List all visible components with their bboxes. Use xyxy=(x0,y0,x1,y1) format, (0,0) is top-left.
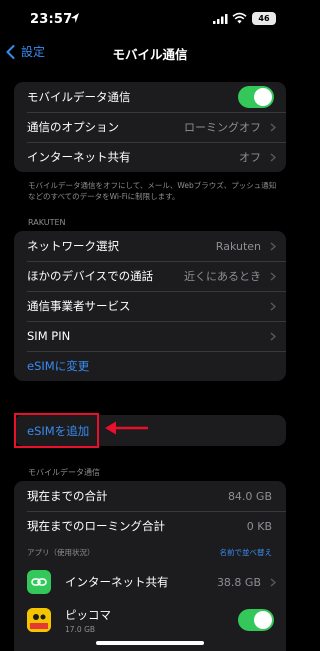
chevron-right-icon xyxy=(270,242,276,251)
current-roaming-value: 0 KB xyxy=(246,519,272,533)
current-roaming-label: 現在までのローミング合計 xyxy=(27,519,165,533)
chevron-right-icon xyxy=(270,272,276,281)
home-indicator xyxy=(96,641,204,645)
location-arrow-icon xyxy=(71,13,79,23)
navigation-bar: 設定 モバイル通信 xyxy=(0,38,300,66)
chevron-right-icon xyxy=(270,123,276,132)
data-options-row[interactable]: 通信のオプション ローミングオフ xyxy=(14,112,286,142)
chevron-right-icon xyxy=(270,302,276,311)
usage-group: 現在までの合計 84.0 GB 現在までのローミング合計 0 KB アプリ（使用… xyxy=(14,481,286,651)
app-cellular-toggle[interactable] xyxy=(238,609,274,631)
mobile-data-footnote: モバイルデータ通信をオフにして、メール、Webブラウズ、プッシュ通知などのすべて… xyxy=(28,181,277,201)
personal-hotspot-icon xyxy=(27,570,51,594)
calls-other-devices-label: ほかのデバイスでの通話 xyxy=(27,269,154,283)
carrier-section-header: RAKUTEN xyxy=(28,218,66,227)
personal-hotspot-row[interactable]: インターネット共有 オフ xyxy=(14,142,286,172)
carrier-services-label: 通信事業者サービス xyxy=(27,299,131,313)
carrier-services-row[interactable]: 通信事業者サービス xyxy=(14,291,286,321)
battery-indicator: 46 xyxy=(252,12,276,25)
chevron-right-icon xyxy=(270,578,276,587)
annotation-highlight-box xyxy=(14,413,99,448)
chevron-right-icon xyxy=(270,153,276,162)
network-selection-row[interactable]: ネットワーク選択 Rakuten xyxy=(14,231,286,261)
sim-pin-row[interactable]: SIM PIN xyxy=(14,321,286,351)
mobile-data-group: モバイルデータ通信 通信のオプション ローミングオフ インターネット共有 オフ xyxy=(14,82,286,172)
piccoma-app-icon xyxy=(27,608,51,632)
convert-to-esim-link[interactable]: eSIMに変更 xyxy=(27,358,89,374)
page-title: モバイル通信 xyxy=(112,47,188,62)
chevron-right-icon xyxy=(270,332,276,341)
current-period-value: 84.0 GB xyxy=(227,489,272,503)
calls-other-devices-value: 近くにあるとき xyxy=(184,270,261,283)
app-name: ピッコマ xyxy=(65,607,111,622)
apps-header-label: アプリ（使用状況） xyxy=(27,547,95,557)
carrier-group: ネットワーク選択 Rakuten ほかのデバイスでの通話 近くにあるとき 通信事… xyxy=(14,231,286,381)
app-usage-value: 17.0 GB xyxy=(65,624,96,634)
convert-to-esim-row[interactable]: eSIMに変更 xyxy=(14,351,286,381)
current-period-row: 現在までの合計 84.0 GB xyxy=(14,481,286,511)
sim-pin-label: SIM PIN xyxy=(27,329,71,343)
network-selection-value: Rakuten xyxy=(215,239,261,253)
mobile-data-row: モバイルデータ通信 xyxy=(14,82,286,112)
app-usage-value: 38.8 GB xyxy=(216,575,261,589)
current-roaming-row: 現在までのローミング合計 0 KB xyxy=(14,511,286,541)
usage-section-header: モバイルデータ通信 xyxy=(28,468,100,477)
mobile-data-toggle[interactable] xyxy=(238,86,274,108)
data-options-value: ローミングオフ xyxy=(184,121,261,134)
personal-hotspot-label: インターネット共有 xyxy=(27,150,131,164)
mobile-data-label: モバイルデータ通信 xyxy=(27,90,131,104)
wifi-icon xyxy=(232,12,247,24)
network-selection-label: ネットワーク選択 xyxy=(27,239,119,253)
calls-other-devices-row[interactable]: ほかのデバイスでの通話 近くにあるとき xyxy=(14,261,286,291)
app-row-hotspot[interactable]: インターネット共有 38.8 GB xyxy=(14,563,286,601)
status-time: 23:57 xyxy=(30,12,73,27)
data-options-label: 通信のオプション xyxy=(27,120,119,134)
current-period-label: 現在までの合計 xyxy=(27,489,108,503)
cellular-signal-icon xyxy=(213,14,228,24)
app-row-piccoma: ピッコマ 17.0 GB xyxy=(14,601,286,639)
app-name: インターネット共有 xyxy=(65,575,169,589)
sort-by-name-button[interactable]: 名前で並べ替え xyxy=(220,547,273,558)
annotation-arrow-icon xyxy=(105,421,148,435)
personal-hotspot-value: オフ xyxy=(239,151,261,164)
apps-header: アプリ（使用状況） 名前で並べ替え xyxy=(14,541,286,563)
status-bar: 23:57 46 xyxy=(0,0,300,38)
